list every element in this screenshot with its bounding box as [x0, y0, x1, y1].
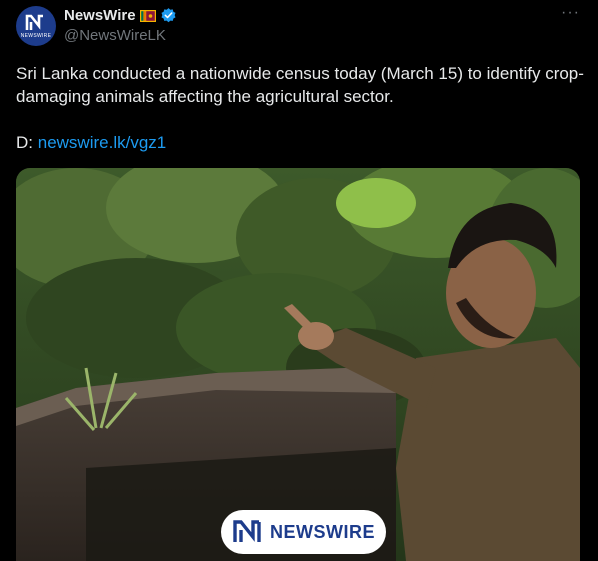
watermark-label: NEWSWIRE	[270, 521, 375, 542]
avatar-label: NEWSWIRE	[20, 32, 52, 39]
author-handle[interactable]: @NewsWireLK	[64, 27, 166, 44]
video-thumbnail	[16, 168, 580, 561]
author-row: NewsWire	[64, 7, 177, 24]
link-prefix: D:	[16, 133, 38, 152]
post-link-line: D: newswire.lk/vgz1	[16, 133, 166, 153]
sri-lanka-flag-icon	[139, 9, 156, 22]
newswire-logo-icon	[233, 520, 261, 542]
verified-badge-icon	[161, 8, 176, 23]
post-media-video[interactable]	[16, 168, 580, 561]
post-text: Sri Lanka conducted a nationwide census …	[16, 64, 584, 106]
newswire-watermark: NEWSWIRE	[221, 510, 386, 554]
more-options-icon[interactable]: ···	[561, 4, 580, 22]
post-link[interactable]: newswire.lk/vgz1	[38, 133, 167, 152]
author-name[interactable]: NewsWire	[64, 7, 136, 24]
newswire-logo-icon	[25, 14, 43, 30]
avatar[interactable]: NEWSWIRE	[16, 6, 56, 46]
